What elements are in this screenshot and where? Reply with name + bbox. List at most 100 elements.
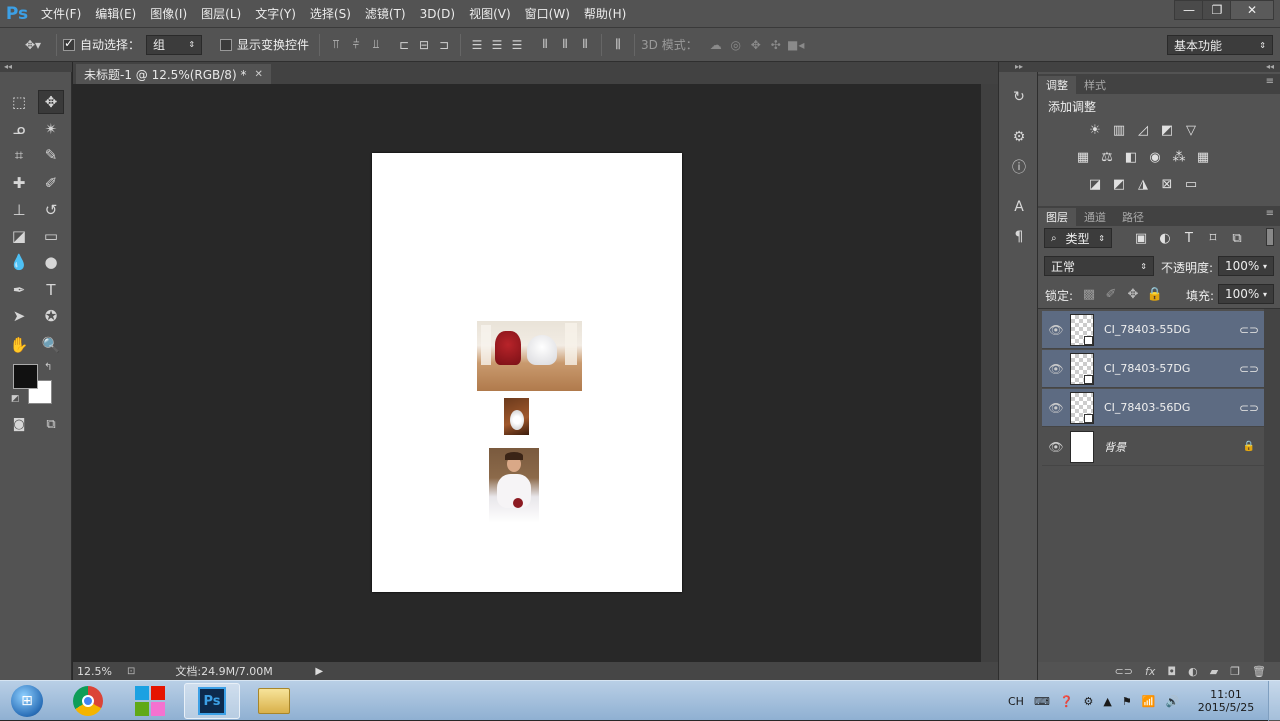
action-center-icon[interactable]: ⚑ [1122, 695, 1132, 708]
align-top-icon[interactable]: ⫪ [326, 36, 346, 54]
black-white-adjustment-icon[interactable]: ◧ [1122, 149, 1140, 165]
status-menu-icon[interactable]: ⊡ [127, 666, 135, 677]
menu-layer[interactable]: 图层(L) [194, 0, 248, 28]
visibility-eye-icon[interactable]: 👁 [1042, 440, 1070, 454]
magic-wand-tool-icon[interactable]: ✴ [38, 117, 64, 141]
lock-all-icon[interactable]: 🔒 [1146, 286, 1164, 302]
filter-toggle-switch[interactable] [1266, 228, 1274, 246]
pen-tool-icon[interactable]: ✒ [6, 278, 32, 302]
layer-filter-dropdown[interactable]: ⌕ 类型 ⇕ [1044, 228, 1112, 248]
align-vcenter-icon[interactable]: ⫩ [346, 36, 366, 54]
properties-panel-icon[interactable]: ⚙ [1007, 126, 1031, 148]
swap-colors-icon[interactable]: ↰ [44, 362, 52, 373]
auto-select-checkbox[interactable] [63, 36, 75, 51]
photo-filter-adjustment-icon[interactable]: ◉ [1146, 149, 1164, 165]
filter-pixel-icon[interactable]: ▣ [1132, 230, 1150, 246]
brush-tool-icon[interactable]: ✐ [38, 171, 64, 195]
filter-type-icon[interactable]: T [1180, 230, 1198, 246]
eraser-tool-icon[interactable]: ◪ [6, 224, 32, 248]
taskbar-app-tiles[interactable] [122, 683, 178, 719]
zoom-tool-icon[interactable]: 🔍 [38, 333, 64, 357]
color-lookup-adjustment-icon[interactable]: ▦ [1194, 149, 1212, 165]
status-arrow-icon[interactable]: ▶ [315, 666, 323, 677]
new-layer-icon[interactable]: ❐ [1230, 665, 1240, 678]
layer-row[interactable]: 👁 背景 🔒 [1042, 428, 1264, 466]
tab-channels[interactable]: 通道 [1076, 208, 1114, 226]
selective-color-adjustment-icon[interactable]: ⊠ [1158, 176, 1176, 192]
layer-name[interactable]: CI_78403-57DG [1104, 362, 1234, 375]
menu-select[interactable]: 选择(S) [303, 0, 358, 28]
menu-edit[interactable]: 编辑(E) [88, 0, 143, 28]
move-tool-icon[interactable]: ✥ [38, 90, 64, 114]
healing-brush-tool-icon[interactable]: ✚ [6, 171, 32, 195]
lasso-tool-icon[interactable]: ᓄ [6, 117, 32, 141]
exposure-adjustment-icon[interactable]: ◩ [1158, 122, 1176, 138]
layer-name[interactable]: CI_78403-56DG [1104, 401, 1234, 414]
workspace-dropdown[interactable]: 基本功能 ⇕ [1167, 35, 1273, 55]
menu-file[interactable]: 文件(F) [34, 0, 88, 28]
menu-window[interactable]: 窗口(W) [518, 0, 577, 28]
layer-name[interactable]: 背景 [1104, 439, 1234, 455]
panels-collapse-icon[interactable]: ◂◂ [1038, 62, 1280, 72]
character-panel-icon[interactable]: A [1007, 196, 1031, 218]
eyedropper-tool-icon[interactable]: ✎ [38, 143, 64, 167]
show-transform-checkbox[interactable] [220, 38, 233, 51]
filter-shape-icon[interactable]: ⌑ [1204, 230, 1222, 246]
layers-scrollbar[interactable] [1264, 309, 1280, 663]
wedding-photo-portrait[interactable] [489, 448, 539, 523]
fill-field[interactable]: 100% ▾ [1218, 284, 1274, 304]
show-desktop-button[interactable] [1268, 681, 1280, 721]
show-hidden-icons[interactable]: ▲ [1103, 695, 1111, 708]
gradient-tool-icon[interactable]: ▭ [38, 224, 64, 248]
threshold-adjustment-icon[interactable]: ◮ [1134, 176, 1152, 192]
new-group-icon[interactable]: ▰ [1210, 665, 1218, 678]
add-mask-icon[interactable]: ◘ [1167, 665, 1176, 678]
lock-position-icon[interactable]: ✥ [1124, 286, 1142, 302]
history-panel-icon[interactable]: ↻ [1007, 86, 1031, 108]
taskbar-explorer[interactable] [246, 683, 302, 719]
lock-pixels-icon[interactable]: ✐ [1102, 286, 1120, 302]
filter-smart-object-icon[interactable]: ⧉ [1228, 230, 1246, 246]
menu-type[interactable]: 文字(Y) [248, 0, 303, 28]
layer-row[interactable]: 👁 CI_78403-57DG ⊂⊃ [1042, 350, 1264, 388]
opacity-field[interactable]: 100% ▾ [1218, 256, 1274, 276]
align-bottom-icon[interactable]: ⫫ [366, 36, 386, 54]
distribute-right-icon[interactable]: ⫴ [575, 36, 595, 54]
layer-name[interactable]: CI_78403-55DG [1104, 323, 1234, 336]
wedding-photo-wide[interactable] [477, 321, 582, 391]
taskbar-chrome[interactable] [60, 683, 116, 719]
minimize-button[interactable]: — [1174, 0, 1204, 20]
visibility-eye-icon[interactable]: 👁 [1042, 401, 1070, 415]
fx-icon[interactable]: fx [1145, 665, 1155, 678]
layer-row[interactable]: 👁 CI_78403-55DG ⊂⊃ [1042, 311, 1264, 349]
menu-3d[interactable]: 3D(D) [413, 0, 462, 28]
align-left-icon[interactable]: ⊏ [394, 36, 414, 54]
new-adjustment-icon[interactable]: ◐ [1188, 665, 1198, 678]
volume-icon[interactable]: 🔊 [1165, 695, 1179, 708]
screen-mode-icon[interactable]: ⧉ [38, 412, 64, 436]
tab-paths[interactable]: 路径 [1114, 208, 1152, 226]
posterize-adjustment-icon[interactable]: ◩ [1110, 176, 1128, 192]
clock[interactable]: 11:01 2015/5/25 [1192, 681, 1260, 721]
quick-mask-icon[interactable]: ◙ [6, 412, 32, 436]
tab-layers[interactable]: 图层 [1038, 208, 1076, 226]
levels-adjustment-icon[interactable]: ▥ [1110, 122, 1128, 138]
blur-tool-icon[interactable]: 💧 [6, 250, 32, 274]
vertical-scrollbar[interactable] [981, 84, 998, 662]
tab-close-icon[interactable]: ✕ [254, 69, 262, 80]
type-tool-icon[interactable]: T [38, 278, 64, 302]
layers-panel-menu-icon[interactable]: ≡ [1266, 208, 1274, 219]
document-canvas[interactable] [372, 153, 682, 592]
filter-adjustment-icon[interactable]: ◐ [1156, 230, 1174, 246]
blend-mode-dropdown[interactable]: 正常 ⇕ [1044, 256, 1154, 276]
wedding-photo-small[interactable] [504, 398, 529, 435]
toolbox-collapse-icon[interactable]: ◂◂ [0, 62, 72, 72]
path-selection-tool-icon[interactable]: ➤ [6, 304, 32, 328]
paragraph-panel-icon[interactable]: ¶ [1007, 226, 1031, 248]
layer-row[interactable]: 👁 CI_78403-56DG ⊂⊃ [1042, 389, 1264, 427]
document-tab[interactable]: 未标题-1 @ 12.5%(RGB/8) * ✕ [76, 64, 271, 84]
menu-view[interactable]: 视图(V) [462, 0, 518, 28]
vibrance-adjustment-icon[interactable]: ▽ [1182, 122, 1200, 138]
tab-adjustments[interactable]: 调整 [1038, 76, 1076, 94]
hue-saturation-adjustment-icon[interactable]: ▦ [1074, 149, 1092, 165]
